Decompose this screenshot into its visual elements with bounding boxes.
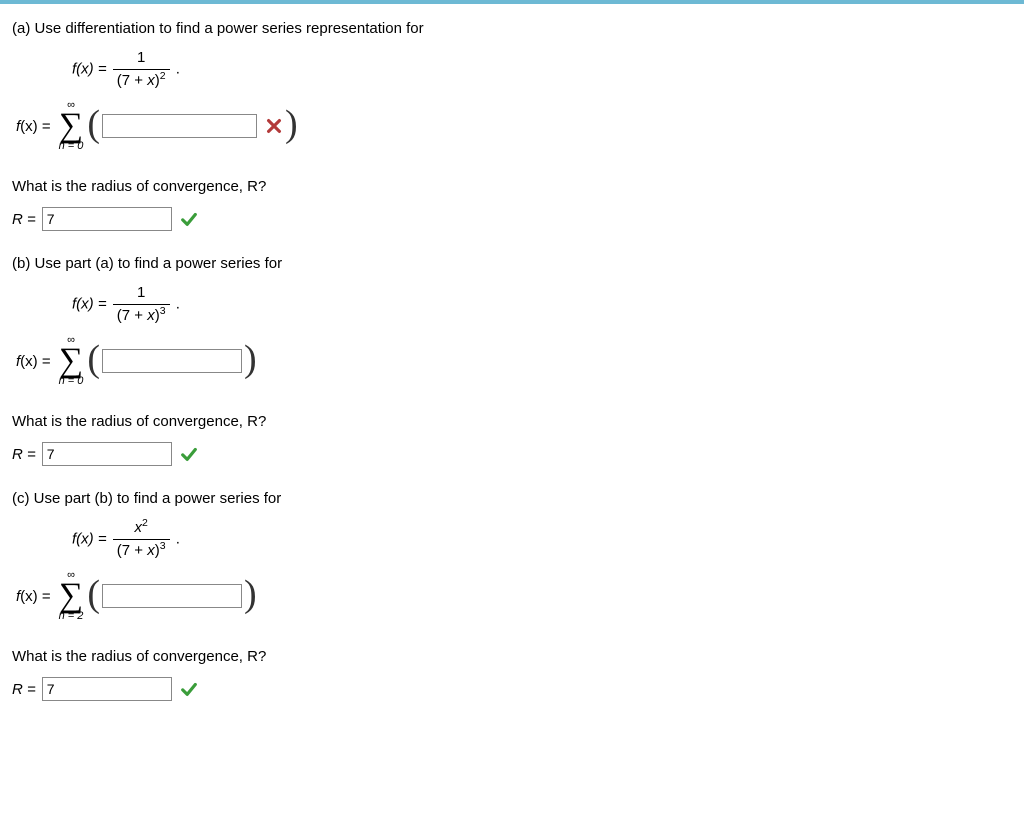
left-paren: (	[87, 340, 100, 378]
numerator: x2	[113, 519, 170, 540]
correct-icon	[180, 445, 198, 463]
sigma-lower: n = 0	[59, 376, 84, 387]
part-b-series-input[interactable]	[102, 349, 242, 373]
radius-lhs: R =	[12, 681, 36, 698]
denominator: (7 + x)3	[113, 540, 170, 560]
part-c-radius-q: What is the radius of convergence, R?	[12, 646, 1012, 667]
part-a-radius-q: What is the radius of convergence, R?	[12, 176, 1012, 197]
right-paren: )	[244, 340, 257, 378]
left-paren: (	[87, 575, 100, 613]
part-a-radius-input[interactable]	[42, 207, 172, 231]
sigma-symbol: ∑	[59, 579, 83, 613]
right-paren: )	[244, 575, 257, 613]
part-a-answer-row: f(x) = ∞ ∑ n = 0 ( )	[16, 100, 1012, 152]
period: .	[176, 60, 180, 77]
fraction: x2 (7 + x)3	[113, 519, 170, 560]
part-a-radius-row: R =	[12, 207, 1012, 231]
answer-lhs: f(x) =	[16, 588, 51, 605]
part-b-radius-row: R =	[12, 442, 1012, 466]
radius-lhs: R =	[12, 446, 36, 463]
sigma: ∞ ∑ n = 0	[59, 100, 84, 152]
part-b-radius-q: What is the radius of convergence, R?	[12, 411, 1012, 432]
sigma-symbol: ∑	[59, 344, 83, 378]
left-paren: (	[87, 105, 100, 143]
numerator: 1	[113, 49, 170, 70]
question-content: (a) Use differentiation to find a power …	[0, 4, 1024, 717]
sigma-symbol: ∑	[59, 109, 83, 143]
part-c-series-input[interactable]	[102, 584, 242, 608]
part-c-answer-row: f(x) = ∞ ∑ n = 2 ( )	[16, 570, 1012, 622]
fraction: 1 (7 + x)3	[113, 284, 170, 325]
part-a-prompt: (a) Use differentiation to find a power …	[12, 18, 1012, 39]
answer-lhs: f(x) =	[16, 353, 51, 370]
denominator: (7 + x)3	[113, 305, 170, 325]
denominator: (7 + x)2	[113, 70, 170, 90]
period: .	[176, 530, 180, 547]
part-c-radius-input[interactable]	[42, 677, 172, 701]
sigma-lower: n = 0	[59, 141, 84, 152]
part-a-equation: f(x) = 1 (7 + x)2 .	[72, 49, 1012, 90]
sigma: ∞ ∑ n = 2	[59, 570, 84, 622]
part-c-radius-row: R =	[12, 677, 1012, 701]
period: .	[176, 295, 180, 312]
part-b-answer-row: f(x) = ∞ ∑ n = 0 ( )	[16, 335, 1012, 387]
sigma-lower: n = 2	[59, 611, 84, 622]
part-b-equation: f(x) = 1 (7 + x)3 .	[72, 284, 1012, 325]
eq-lhs: f(x) =	[72, 530, 111, 547]
incorrect-icon	[265, 117, 283, 135]
sigma: ∞ ∑ n = 0	[59, 335, 84, 387]
fraction: 1 (7 + x)2	[113, 49, 170, 90]
eq-lhs: f(x) =	[72, 295, 111, 312]
part-b-radius-input[interactable]	[42, 442, 172, 466]
eq-lhs: f(x) =	[72, 60, 111, 77]
radius-lhs: R =	[12, 211, 36, 228]
part-b-prompt: (b) Use part (a) to find a power series …	[12, 253, 1012, 274]
answer-lhs: f(x) =	[16, 118, 51, 135]
numerator: 1	[113, 284, 170, 305]
part-c-prompt: (c) Use part (b) to find a power series …	[12, 488, 1012, 509]
part-a-series-input[interactable]	[102, 114, 257, 138]
correct-icon	[180, 680, 198, 698]
correct-icon	[180, 210, 198, 228]
part-c-equation: f(x) = x2 (7 + x)3 .	[72, 519, 1012, 560]
right-paren: )	[285, 105, 298, 143]
